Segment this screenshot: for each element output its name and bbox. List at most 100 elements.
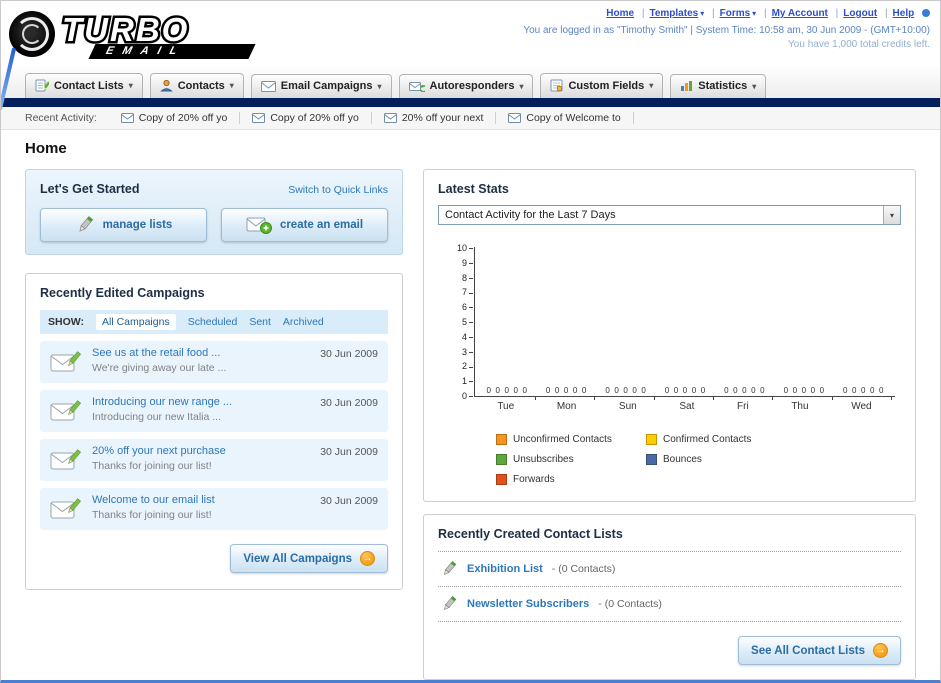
recent-activity-item[interactable]: Copy of 20% off yo	[240, 112, 372, 124]
tab-contact-lists[interactable]: Contact Lists ▾	[25, 73, 143, 98]
recent-activity-item[interactable]: Copy of 20% off yo	[109, 112, 241, 124]
contact-list-link[interactable]: Exhibition List	[467, 563, 543, 575]
chevron-down-icon: ▾	[700, 9, 705, 18]
top-link-templates[interactable]: Templates	[649, 8, 698, 19]
create-email-button[interactable]: create an email	[221, 208, 388, 242]
chart-bar: 0	[632, 386, 638, 396]
view-all-campaigns-button[interactable]: View All Campaigns →	[230, 544, 388, 573]
bar-value-label: 0	[879, 386, 884, 395]
campaign-title-link[interactable]: Introducing our new range ...	[92, 396, 310, 408]
campaign-row[interactable]: See us at the retail food ... We're givi…	[40, 341, 388, 383]
bar-value-label: 0	[843, 386, 848, 395]
chart-bar: 0	[641, 386, 647, 396]
top-nav: Home Templates▾ Forms▾ My Account Logout…	[523, 8, 930, 19]
campaign-row[interactable]: Welcome to our email list Thanks for joi…	[40, 488, 388, 530]
see-all-contact-lists-button[interactable]: See All Contact Lists →	[738, 636, 901, 665]
contact-list-count: - (0 Contacts)	[551, 563, 616, 575]
tab-autoresponders[interactable]: Autoresponders ▾	[398, 74, 534, 98]
legend-label: Unsubscribes	[513, 454, 574, 465]
manage-lists-button[interactable]: manage lists	[40, 208, 207, 242]
legend-item: Unconfirmed Contacts	[496, 434, 646, 445]
top-link-home[interactable]: Home	[606, 8, 634, 19]
legend-label: Unconfirmed Contacts	[513, 434, 612, 445]
tab-custom-fields[interactable]: Custom Fields ▾	[540, 73, 664, 98]
bar-value-label: 0	[623, 386, 628, 395]
y-tick-label: 4	[456, 332, 473, 342]
x-tick-label: Sat	[679, 401, 695, 412]
view-all-campaigns-label: View All Campaigns	[243, 552, 352, 565]
chart-bar: 0	[605, 386, 611, 396]
bar-value-label: 0	[605, 386, 610, 395]
create-email-label: create an email	[279, 219, 364, 231]
legend-swatch-icon	[646, 434, 657, 445]
chart-bar: 0	[623, 386, 629, 396]
tab-email-campaigns[interactable]: Email Campaigns ▾	[250, 74, 392, 98]
contact-list-item[interactable]: Newsletter Subscribers - (0 Contacts)	[438, 587, 901, 622]
contact-list-link[interactable]: Newsletter Subscribers	[467, 598, 589, 610]
envelope-pencil-icon	[50, 400, 82, 421]
top-link-forms[interactable]: Forms	[720, 8, 751, 19]
tab-statistics[interactable]: Statistics ▾	[670, 74, 767, 98]
bar-value-label: 0	[700, 386, 706, 395]
campaign-title-link[interactable]: 20% off your next purchase	[92, 445, 310, 457]
stats-filter-select[interactable]: Contact Activity for the Last 7 Days ▾	[438, 205, 901, 225]
get-started-title: Let's Get Started	[40, 182, 140, 196]
tab-label: Contacts	[177, 79, 225, 92]
page-title: Home	[25, 140, 67, 157]
chevron-down-icon: ▾	[649, 81, 654, 90]
pencil-icon	[443, 560, 457, 575]
top-link-my-account[interactable]: My Account	[772, 8, 828, 19]
bar-value-label: 0	[852, 386, 857, 395]
recent-activity-item[interactable]: 20% off your next	[372, 112, 497, 124]
x-tick-label: Sun	[618, 401, 637, 412]
latest-stats-panel: Latest Stats Contact Activity for the La…	[423, 169, 916, 502]
x-tick-label: Fri	[737, 401, 749, 412]
latest-stats-title: Latest Stats	[438, 182, 509, 196]
bar-value-label: 0	[522, 386, 527, 395]
app-window: TURBO EMAIL Home Templates▾ Forms▾ My Ac…	[0, 0, 941, 683]
contact-list-item[interactable]: Exhibition List - (0 Contacts)	[438, 552, 901, 587]
filter-archived[interactable]: Archived	[283, 316, 324, 328]
bar-value-label: 0	[801, 386, 807, 395]
envelope-pencil-icon	[50, 351, 82, 372]
campaign-title-link[interactable]: Welcome to our email list	[92, 494, 310, 506]
filter-all-campaigns[interactable]: All Campaigns	[95, 314, 176, 330]
y-tick-label: 9	[456, 258, 473, 268]
y-tick-label: 0	[456, 391, 473, 401]
bar-value-label: 0	[691, 386, 697, 395]
login-info: You are logged in as "Timothy Smith" | S…	[523, 25, 930, 36]
campaign-row[interactable]: Introducing our new range ... Introducin…	[40, 390, 388, 432]
chevron-down-icon: ▾	[128, 81, 133, 90]
contact-lists-icon	[35, 79, 49, 92]
bar-value-label: 0	[504, 386, 509, 395]
header: TURBO EMAIL Home Templates▾ Forms▾ My Ac…	[1, 1, 940, 65]
campaign-row[interactable]: 20% off your next purchase Thanks for jo…	[40, 439, 388, 481]
x-tick-label: Mon	[556, 401, 577, 412]
bar-value-label: 0	[495, 386, 500, 395]
tab-contacts[interactable]: Contacts ▾	[149, 73, 244, 98]
legend-item: Unsubscribes	[496, 454, 646, 465]
top-link-help[interactable]: Help	[893, 8, 915, 19]
credits-info: You have 1,000 total credits left.	[788, 39, 930, 50]
envelope-pencil-icon	[50, 498, 82, 519]
chart-bar: 0	[860, 386, 866, 396]
see-all-contact-lists-label: See All Contact Lists	[751, 644, 865, 657]
bar-value-label: 0	[545, 386, 551, 395]
legend-swatch-icon	[646, 454, 657, 465]
nav-divider-bar	[1, 98, 940, 107]
chart-bar: 0	[700, 386, 706, 396]
filter-scheduled[interactable]: Scheduled	[188, 316, 238, 328]
chevron-down-icon: ▾	[519, 81, 524, 91]
chart-bar-group: 00000	[783, 386, 833, 400]
legend-swatch-icon	[496, 474, 507, 485]
recent-activity-item[interactable]: Copy of Welcome to	[496, 112, 634, 124]
top-link-logout[interactable]: Logout	[843, 8, 877, 19]
filter-sent[interactable]: Sent	[249, 316, 271, 328]
envelope-icon	[383, 113, 397, 123]
recent-activity-text: Copy of Welcome to	[526, 112, 621, 124]
envelope-pencil-icon	[50, 449, 82, 470]
campaign-title-link[interactable]: See us at the retail food ...	[92, 347, 310, 359]
legend-label: Forwards	[513, 474, 555, 485]
campaigns-title: Recently Edited Campaigns	[40, 286, 205, 300]
switch-quick-links-link[interactable]: Switch to Quick Links	[288, 184, 388, 196]
